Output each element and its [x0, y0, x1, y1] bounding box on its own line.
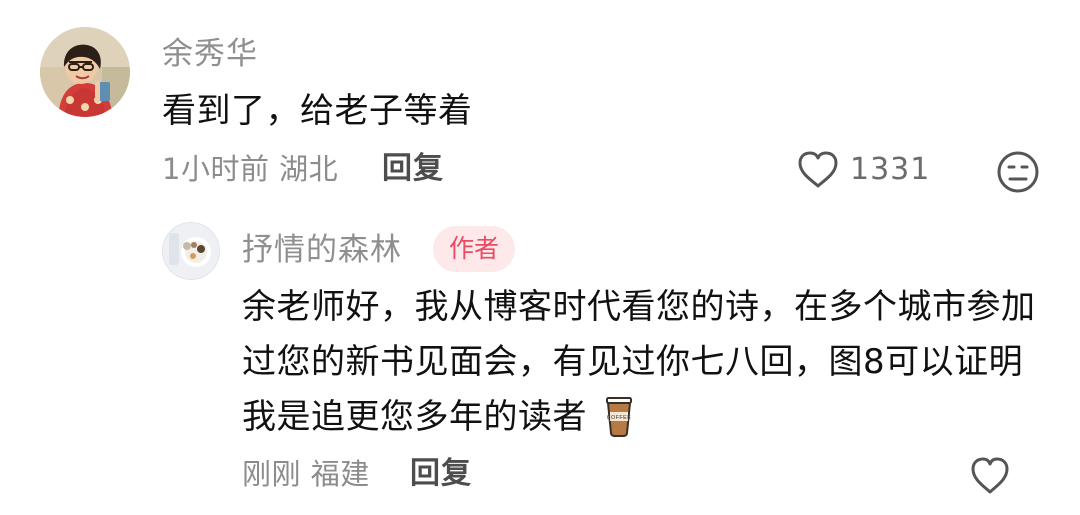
user-avatar-image: [40, 27, 130, 117]
dislike-button[interactable]: [995, 149, 1041, 195]
username[interactable]: 抒情的森林: [242, 230, 402, 270]
like-count: 1331: [850, 152, 931, 187]
coffee-icon-label: COFFEE: [607, 415, 631, 421]
like-button[interactable]: [967, 453, 1013, 499]
comment-meta: 1小时前 湖北: [162, 152, 339, 186]
heart-icon: [798, 151, 838, 188]
avatar[interactable]: [40, 27, 130, 117]
coffee-icon: COFFEE: [606, 397, 633, 437]
heart-icon: [971, 457, 1009, 494]
comment-text: 余老师好，我从博客时代看您的诗，在多个城市参加过您的新书见面会，有见过你七八回，…: [242, 280, 1047, 445]
username[interactable]: 余秀华: [162, 34, 258, 74]
author-badge: 作者: [433, 226, 515, 272]
avatar[interactable]: [162, 222, 220, 280]
comment-text-body: 余老师好，我从博客时代看您的诗，在多个城市参加过您的新书见面会，有见过你七八回，…: [242, 287, 1036, 437]
comment-meta: 刚刚 福建: [242, 457, 370, 491]
reply-button[interactable]: 回复: [382, 150, 444, 188]
comment-text: 看到了，给老子等着: [162, 91, 473, 131]
neutral-face-icon: [997, 151, 1039, 193]
reply-button[interactable]: 回复: [410, 455, 472, 493]
like-button[interactable]: 1331: [796, 149, 930, 191]
user-avatar-image: [163, 223, 219, 279]
